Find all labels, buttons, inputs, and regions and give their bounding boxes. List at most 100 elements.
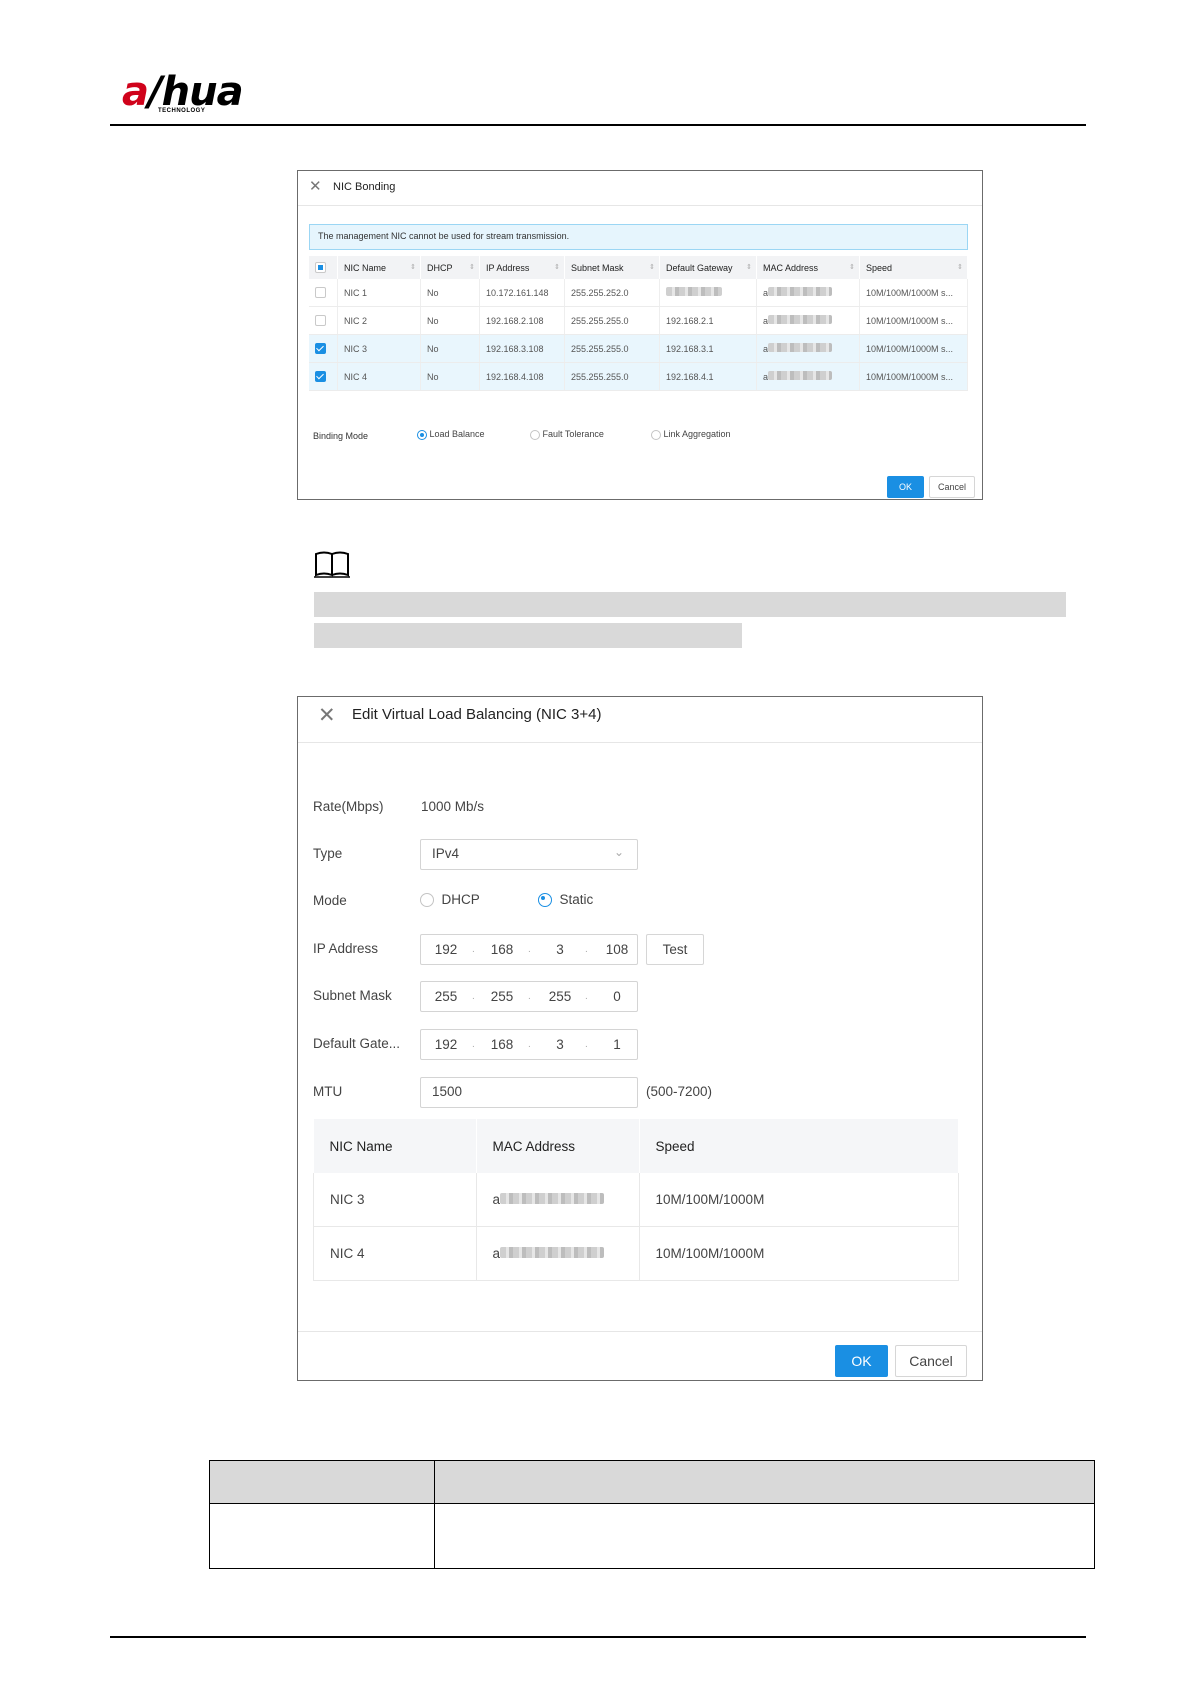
redacted-mac — [768, 343, 833, 352]
nic-name-cell: NIC 4 — [313, 1226, 477, 1281]
dhcp-cell: No — [420, 279, 480, 307]
row-checkbox[interactable] — [315, 343, 326, 355]
subnet-mask-input[interactable]: 255 . 255 . 255 . 0 — [420, 981, 638, 1012]
divider — [298, 742, 982, 743]
ip-cell: 192.168.4.108 — [479, 362, 565, 391]
col-nic-name[interactable]: NIC Name ⇕ — [337, 256, 421, 279]
mask-cell: 255.255.252.0 — [564, 279, 660, 307]
col-mac-address[interactable]: MAC Address ⇕ — [756, 256, 860, 279]
type-label: Type — [313, 846, 343, 861]
mode-load-balance[interactable]: Load Balance — [417, 429, 485, 440]
mac-cell: a — [476, 1173, 640, 1227]
rate-label: Rate(Mbps) — [313, 799, 384, 814]
sort-icon[interactable]: ⇕ — [957, 263, 963, 271]
table-row[interactable]: NIC 2 No 192.168.2.108 255.255.255.0 192… — [309, 306, 968, 335]
col-ip-address[interactable]: IP Address ⇕ — [479, 256, 565, 279]
col-dhcp[interactable]: DHCP ⇕ — [420, 256, 480, 279]
ip-cell: 192.168.3.108 — [479, 334, 565, 363]
ip-cell: 192.168.2.108 — [479, 306, 565, 335]
sort-icon[interactable]: ⇕ — [849, 263, 855, 271]
mode-fault-tolerance[interactable]: Fault Tolerance — [530, 429, 604, 440]
mode-static-option[interactable]: Static — [538, 892, 593, 908]
radio-icon[interactable] — [417, 429, 427, 440]
note-book-icon — [314, 551, 350, 578]
gateway-cell: 192.168.4.1 — [659, 362, 757, 391]
mode-dhcp-option[interactable]: DHCP — [420, 892, 480, 908]
nic-table: NIC Name ⇕ DHCP ⇕ IP Address ⇕ Subnet Mask ⇕… — [309, 256, 968, 391]
mac-cell: a — [756, 279, 860, 307]
redacted-note-line — [314, 623, 742, 648]
table-header-row: NIC Name MAC Address Speed — [313, 1119, 959, 1173]
parameter-table — [209, 1460, 1095, 1569]
redacted-mac — [500, 1247, 605, 1258]
table-row[interactable]: NIC 4 No 192.168.4.108 255.255.255.0 192… — [309, 362, 968, 391]
gateway-cell: 192.168.2.1 — [659, 306, 757, 335]
mtu-input[interactable]: 1500 — [420, 1077, 638, 1108]
speed-cell: 10M/100M/1000M s... — [859, 334, 968, 363]
row-checkbox[interactable] — [315, 371, 326, 383]
table-header-row: NIC Name ⇕ DHCP ⇕ IP Address ⇕ Subnet Mask ⇕… — [309, 256, 968, 279]
close-icon[interactable]: ✕ — [318, 703, 336, 728]
table-row: NIC 3 a 10M/100M/1000M — [313, 1173, 959, 1227]
ip-address-input[interactable]: 192 . 168 . 3 . 108 — [420, 934, 638, 965]
binding-mode-label: Binding Mode — [313, 431, 369, 441]
select-all-checkbox[interactable] — [315, 262, 326, 274]
row-checkbox[interactable] — [315, 287, 326, 299]
sort-icon[interactable]: ⇕ — [746, 263, 752, 271]
header-cell — [434, 1460, 1095, 1504]
rate-value: 1000 Mb/s — [421, 799, 485, 814]
ip-cell: 10.172.161.148 — [479, 279, 565, 307]
mac-cell: a — [756, 334, 860, 363]
ok-button[interactable]: OK — [835, 1345, 888, 1377]
radio-icon[interactable] — [530, 429, 540, 440]
nic-name-cell: NIC 4 — [337, 362, 421, 391]
mode-link-aggregation[interactable]: Link Aggregation — [651, 429, 731, 440]
mode-label: Mode — [313, 893, 347, 908]
gateway-cell: 192.168.3.1 — [659, 334, 757, 363]
table-row[interactable]: NIC 3 No 192.168.3.108 255.255.255.0 192… — [309, 334, 968, 363]
default-gateway-label: Default Gate... — [313, 1036, 401, 1051]
default-gateway-input[interactable]: 192 . 168 . 3 . 1 — [420, 1029, 638, 1060]
nic-bonding-dialog: ✕ NIC Bonding The management NIC cannot … — [297, 170, 983, 500]
redacted-mac — [500, 1193, 605, 1204]
redacted-mac — [768, 287, 833, 296]
ok-button[interactable]: OK — [887, 476, 924, 498]
sort-icon[interactable]: ⇕ — [469, 263, 475, 271]
divider — [298, 205, 982, 206]
col-mac-address: MAC Address — [476, 1119, 640, 1173]
subnet-mask-label: Subnet Mask — [313, 988, 392, 1003]
type-select[interactable]: IPv4 ⌄ — [420, 839, 638, 870]
company-logo: a/hua — [122, 69, 244, 115]
sort-icon[interactable]: ⇕ — [410, 263, 416, 271]
col-subnet-mask[interactable]: Subnet Mask ⇕ — [564, 256, 660, 279]
mtu-label: MTU — [313, 1084, 343, 1099]
mac-cell: a — [756, 306, 860, 335]
sort-icon[interactable]: ⇕ — [554, 263, 560, 271]
mtu-range-hint: (500-7200) — [646, 1084, 713, 1099]
nic-name-cell: NIC 3 — [313, 1173, 477, 1227]
nic-name-cell: NIC 2 — [337, 306, 421, 335]
radio-icon[interactable] — [538, 893, 552, 908]
redacted-gateway — [666, 287, 722, 296]
member-nic-table: NIC Name MAC Address Speed NIC 3 a 10M/1… — [313, 1119, 959, 1281]
table-header-row — [209, 1460, 1095, 1504]
footer-rule — [110, 1636, 1086, 1638]
col-nic-name: NIC Name — [313, 1119, 477, 1173]
col-default-gateway[interactable]: Default Gateway ⇕ — [659, 256, 757, 279]
select-all-cell[interactable] — [309, 256, 338, 279]
info-banner: The management NIC cannot be used for st… — [309, 224, 968, 250]
cancel-button[interactable]: Cancel — [895, 1345, 967, 1377]
table-row[interactable]: NIC 1 No 10.172.161.148 255.255.252.0 a … — [309, 279, 968, 307]
row-checkbox[interactable] — [315, 315, 326, 327]
close-icon[interactable]: ✕ — [309, 177, 322, 195]
cancel-button[interactable]: Cancel — [929, 476, 975, 498]
mac-cell: a — [756, 362, 860, 391]
test-button[interactable]: Test — [646, 934, 704, 965]
radio-icon[interactable] — [651, 429, 661, 440]
sort-icon[interactable]: ⇕ — [649, 263, 655, 271]
radio-icon[interactable] — [420, 893, 434, 908]
col-speed[interactable]: Speed ⇕ — [859, 256, 968, 279]
table-cell — [209, 1503, 435, 1569]
dhcp-cell: No — [420, 334, 480, 363]
header-cell — [209, 1460, 435, 1504]
